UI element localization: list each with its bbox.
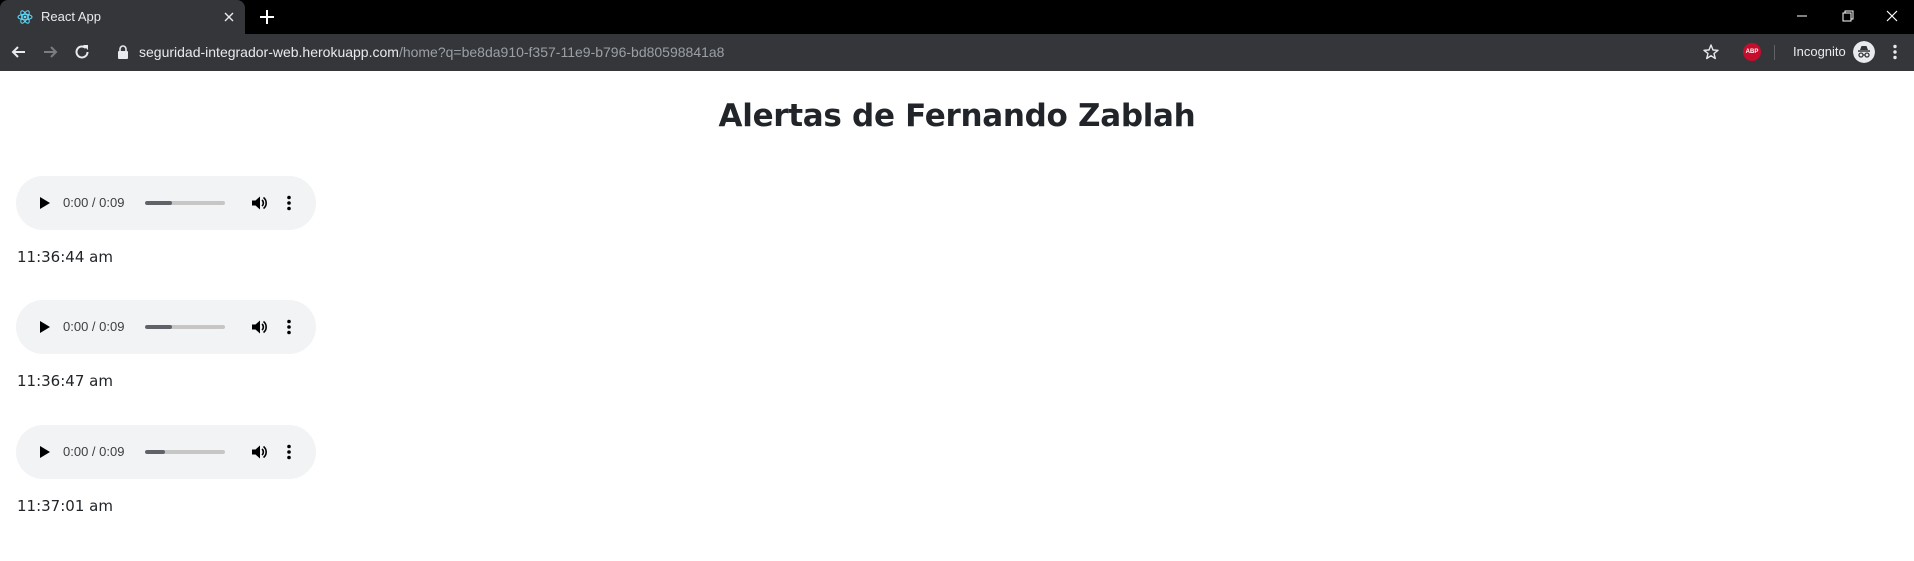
- incognito-icon[interactable]: [1853, 41, 1875, 63]
- audio-player[interactable]: 0:00 / 0:09: [16, 176, 316, 230]
- volume-icon[interactable]: [249, 317, 269, 337]
- audio-player[interactable]: 0:00 / 0:09: [16, 425, 316, 479]
- audio-progress-fill: [145, 450, 165, 454]
- audio-progress-fill: [145, 325, 173, 329]
- restore-window-icon[interactable]: [1838, 6, 1858, 26]
- alert-timestamp: 11:36:44 am: [17, 248, 113, 266]
- audio-progress-slider[interactable]: [145, 450, 225, 454]
- audio-progress-slider[interactable]: [145, 201, 225, 205]
- alert-timestamp: 11:36:47 am: [17, 372, 113, 390]
- alert-timestamp: 11:37:01 am: [17, 497, 113, 515]
- audio-time: 0:00 / 0:09: [63, 444, 125, 459]
- forward-arrow-icon[interactable]: [40, 42, 60, 62]
- play-icon[interactable]: [34, 442, 54, 462]
- tab-title: React App: [41, 9, 101, 24]
- address-bar[interactable]: seguridad-integrador-web.herokuapp.com/h…: [139, 44, 724, 60]
- play-icon[interactable]: [34, 317, 54, 337]
- lock-icon: [118, 45, 128, 59]
- browser-tab[interactable]: React App: [0, 0, 245, 34]
- new-tab-icon[interactable]: [258, 8, 276, 26]
- audio-player[interactable]: 0:00 / 0:09: [16, 300, 316, 354]
- more-options-icon[interactable]: [279, 193, 299, 213]
- audio-time: 0:00 / 0:09: [63, 195, 125, 210]
- toolbar-divider: [1774, 45, 1775, 60]
- volume-icon[interactable]: [249, 442, 269, 462]
- react-logo-icon: [17, 10, 33, 24]
- play-icon[interactable]: [34, 193, 54, 213]
- close-tab-icon[interactable]: [222, 10, 236, 24]
- volume-icon[interactable]: [249, 193, 269, 213]
- page-title: Alertas de Fernando Zablah: [718, 98, 1196, 134]
- more-options-icon[interactable]: [279, 442, 299, 462]
- minimize-window-icon[interactable]: [1792, 6, 1812, 26]
- audio-progress-slider[interactable]: [145, 325, 225, 329]
- url-path: /home?q=be8da910-f357-11e9-b796-bd805988…: [398, 44, 725, 60]
- adblock-plus-icon[interactable]: ABP: [1743, 43, 1761, 61]
- audio-time: 0:00 / 0:09: [63, 319, 125, 334]
- browser-toolbar: seguridad-integrador-web.herokuapp.com/h…: [0, 34, 1914, 71]
- more-options-icon[interactable]: [279, 317, 299, 337]
- browser-tab-strip: React App: [0, 0, 1914, 34]
- bookmark-star-icon[interactable]: [1701, 42, 1721, 62]
- url-host: seguridad-integrador-web.herokuapp.com: [139, 44, 399, 60]
- browser-menu-icon[interactable]: [1885, 42, 1905, 62]
- incognito-label: Incognito: [1793, 44, 1846, 59]
- audio-progress-fill: [145, 201, 173, 205]
- back-arrow-icon[interactable]: [9, 42, 29, 62]
- close-window-icon[interactable]: [1882, 6, 1902, 26]
- reload-icon[interactable]: [72, 42, 92, 62]
